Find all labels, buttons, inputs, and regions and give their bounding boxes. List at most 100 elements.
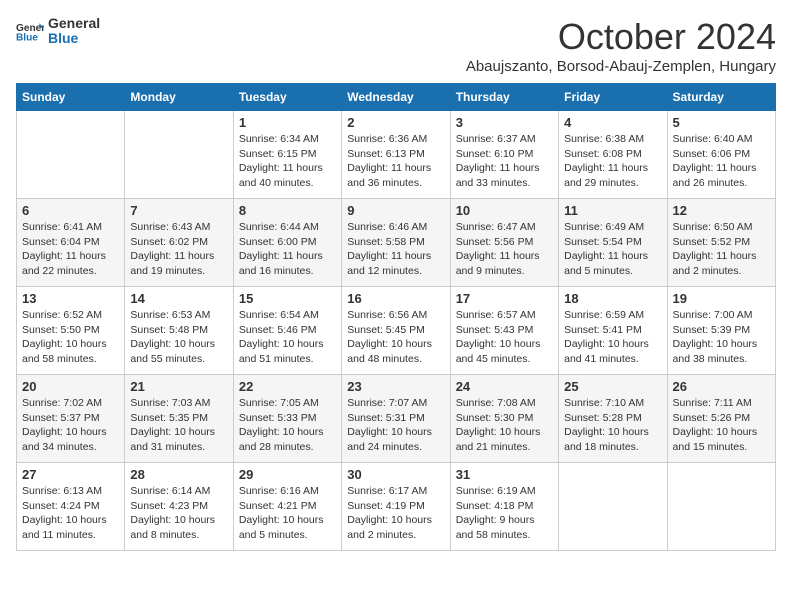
month-title: October 2024 bbox=[466, 16, 776, 58]
day-info: Sunrise: 7:02 AM Sunset: 5:37 PM Dayligh… bbox=[22, 396, 119, 455]
calendar-cell: 12 Sunrise: 6:50 AM Sunset: 5:52 PM Dayli… bbox=[667, 199, 775, 287]
day-info: Sunrise: 6:50 AM Sunset: 5:52 PM Dayligh… bbox=[673, 220, 770, 279]
calendar-cell bbox=[667, 463, 775, 551]
day-number: 3 bbox=[456, 115, 553, 130]
day-info: Sunrise: 6:41 AM Sunset: 6:04 PM Dayligh… bbox=[22, 220, 119, 279]
calendar-week-2: 6 Sunrise: 6:41 AM Sunset: 6:04 PM Daylig… bbox=[17, 199, 776, 287]
day-number: 28 bbox=[130, 467, 227, 482]
day-info: Sunrise: 7:00 AM Sunset: 5:39 PM Dayligh… bbox=[673, 308, 770, 367]
calendar-week-5: 27 Sunrise: 6:13 AM Sunset: 4:24 PM Dayli… bbox=[17, 463, 776, 551]
calendar-cell bbox=[559, 463, 667, 551]
calendar-cell: 5 Sunrise: 6:40 AM Sunset: 6:06 PM Daylig… bbox=[667, 111, 775, 199]
day-number: 26 bbox=[673, 379, 770, 394]
day-info: Sunrise: 6:57 AM Sunset: 5:43 PM Dayligh… bbox=[456, 308, 553, 367]
day-number: 23 bbox=[347, 379, 444, 394]
calendar-cell: 1 Sunrise: 6:34 AM Sunset: 6:15 PM Daylig… bbox=[233, 111, 341, 199]
svg-text:Blue: Blue bbox=[16, 33, 38, 44]
calendar-week-3: 13Sunrise: 6:52 AM Sunset: 5:50 PM Dayli… bbox=[17, 287, 776, 375]
day-info: Sunrise: 6:38 AM Sunset: 6:08 PM Dayligh… bbox=[564, 132, 661, 191]
logo-icon: General Blue bbox=[16, 17, 44, 45]
day-info: Sunrise: 6:19 AM Sunset: 4:18 PM Dayligh… bbox=[456, 484, 553, 543]
calendar-cell: 2Sunrise: 6:36 AM Sunset: 6:13 PM Daylig… bbox=[342, 111, 450, 199]
calendar-cell: 24 Sunrise: 7:08 AM Sunset: 5:30 PM Dayli… bbox=[450, 375, 558, 463]
day-info: Sunrise: 6:56 AM Sunset: 5:45 PM Dayligh… bbox=[347, 308, 444, 367]
day-info: Sunrise: 6:44 AM Sunset: 6:00 PM Dayligh… bbox=[239, 220, 336, 279]
page-header: General Blue GeneralBlue October 2024 Ab… bbox=[16, 16, 776, 75]
logo: General Blue GeneralBlue bbox=[16, 16, 100, 47]
dow-header-friday: Friday bbox=[559, 84, 667, 111]
day-info: Sunrise: 6:16 AM Sunset: 4:21 PM Dayligh… bbox=[239, 484, 336, 543]
day-number: 18 bbox=[564, 291, 661, 306]
calendar-cell: 13Sunrise: 6:52 AM Sunset: 5:50 PM Dayli… bbox=[17, 287, 125, 375]
calendar-cell: 7 Sunrise: 6:43 AM Sunset: 6:02 PM Daylig… bbox=[125, 199, 233, 287]
calendar-cell: 6 Sunrise: 6:41 AM Sunset: 6:04 PM Daylig… bbox=[17, 199, 125, 287]
logo-text: GeneralBlue bbox=[48, 16, 100, 47]
calendar-cell: 4Sunrise: 6:38 AM Sunset: 6:08 PM Daylig… bbox=[559, 111, 667, 199]
day-info: Sunrise: 6:43 AM Sunset: 6:02 PM Dayligh… bbox=[130, 220, 227, 279]
calendar-cell: 29 Sunrise: 6:16 AM Sunset: 4:21 PM Dayli… bbox=[233, 463, 341, 551]
day-number: 7 bbox=[130, 203, 227, 218]
calendar-cell: 14Sunrise: 6:53 AM Sunset: 5:48 PM Dayli… bbox=[125, 287, 233, 375]
day-number: 10 bbox=[456, 203, 553, 218]
calendar-cell: 22Sunrise: 7:05 AM Sunset: 5:33 PM Dayli… bbox=[233, 375, 341, 463]
day-number: 24 bbox=[456, 379, 553, 394]
day-number: 27 bbox=[22, 467, 119, 482]
day-info: Sunrise: 7:10 AM Sunset: 5:28 PM Dayligh… bbox=[564, 396, 661, 455]
day-number: 21 bbox=[130, 379, 227, 394]
calendar-cell: 10 Sunrise: 6:47 AM Sunset: 5:56 PM Dayli… bbox=[450, 199, 558, 287]
calendar-cell: 16 Sunrise: 6:56 AM Sunset: 5:45 PM Dayli… bbox=[342, 287, 450, 375]
day-number: 20 bbox=[22, 379, 119, 394]
calendar-cell: 23 Sunrise: 7:07 AM Sunset: 5:31 PM Dayli… bbox=[342, 375, 450, 463]
day-number: 9 bbox=[347, 203, 444, 218]
title-block: October 2024 Abaujszanto, Borsod-Abauj-Z… bbox=[466, 16, 776, 75]
day-info: Sunrise: 6:13 AM Sunset: 4:24 PM Dayligh… bbox=[22, 484, 119, 543]
day-number: 1 bbox=[239, 115, 336, 130]
day-number: 22 bbox=[239, 379, 336, 394]
day-info: Sunrise: 6:40 AM Sunset: 6:06 PM Dayligh… bbox=[673, 132, 770, 191]
day-number: 5 bbox=[673, 115, 770, 130]
day-number: 25 bbox=[564, 379, 661, 394]
day-number: 17 bbox=[456, 291, 553, 306]
day-number: 16 bbox=[347, 291, 444, 306]
dow-header-tuesday: Tuesday bbox=[233, 84, 341, 111]
day-number: 11 bbox=[564, 203, 661, 218]
calendar-cell: 3Sunrise: 6:37 AM Sunset: 6:10 PM Daylig… bbox=[450, 111, 558, 199]
day-info: Sunrise: 6:59 AM Sunset: 5:41 PM Dayligh… bbox=[564, 308, 661, 367]
calendar-cell: 8 Sunrise: 6:44 AM Sunset: 6:00 PM Daylig… bbox=[233, 199, 341, 287]
calendar-cell: 26 Sunrise: 7:11 AM Sunset: 5:26 PM Dayli… bbox=[667, 375, 775, 463]
day-number: 15 bbox=[239, 291, 336, 306]
day-info: Sunrise: 7:07 AM Sunset: 5:31 PM Dayligh… bbox=[347, 396, 444, 455]
calendar-cell: 31 Sunrise: 6:19 AM Sunset: 4:18 PM Dayli… bbox=[450, 463, 558, 551]
day-number: 29 bbox=[239, 467, 336, 482]
location-subtitle: Abaujszanto, Borsod-Abauj-Zemplen, Hunga… bbox=[466, 58, 776, 75]
day-info: Sunrise: 7:08 AM Sunset: 5:30 PM Dayligh… bbox=[456, 396, 553, 455]
day-info: Sunrise: 6:47 AM Sunset: 5:56 PM Dayligh… bbox=[456, 220, 553, 279]
calendar-cell: 11Sunrise: 6:49 AM Sunset: 5:54 PM Dayli… bbox=[559, 199, 667, 287]
day-info: Sunrise: 6:14 AM Sunset: 4:23 PM Dayligh… bbox=[130, 484, 227, 543]
calendar-cell: 25 Sunrise: 7:10 AM Sunset: 5:28 PM Dayli… bbox=[559, 375, 667, 463]
dow-header-sunday: Sunday bbox=[17, 84, 125, 111]
day-number: 31 bbox=[456, 467, 553, 482]
calendar-cell: 17 Sunrise: 6:57 AM Sunset: 5:43 PM Dayli… bbox=[450, 287, 558, 375]
day-info: Sunrise: 7:11 AM Sunset: 5:26 PM Dayligh… bbox=[673, 396, 770, 455]
dow-header-wednesday: Wednesday bbox=[342, 84, 450, 111]
logo-general: General bbox=[48, 16, 100, 31]
day-info: Sunrise: 6:34 AM Sunset: 6:15 PM Dayligh… bbox=[239, 132, 336, 191]
calendar-cell: 9 Sunrise: 6:46 AM Sunset: 5:58 PM Daylig… bbox=[342, 199, 450, 287]
calendar-cell bbox=[125, 111, 233, 199]
day-info: Sunrise: 7:03 AM Sunset: 5:35 PM Dayligh… bbox=[130, 396, 227, 455]
day-number: 12 bbox=[673, 203, 770, 218]
day-info: Sunrise: 6:36 AM Sunset: 6:13 PM Dayligh… bbox=[347, 132, 444, 191]
calendar-week-4: 20 Sunrise: 7:02 AM Sunset: 5:37 PM Dayli… bbox=[17, 375, 776, 463]
day-info: Sunrise: 6:46 AM Sunset: 5:58 PM Dayligh… bbox=[347, 220, 444, 279]
calendar-cell: 28 Sunrise: 6:14 AM Sunset: 4:23 PM Dayli… bbox=[125, 463, 233, 551]
day-number: 19 bbox=[673, 291, 770, 306]
day-number: 8 bbox=[239, 203, 336, 218]
calendar-week-1: 1 Sunrise: 6:34 AM Sunset: 6:15 PM Daylig… bbox=[17, 111, 776, 199]
calendar-cell: 20 Sunrise: 7:02 AM Sunset: 5:37 PM Dayli… bbox=[17, 375, 125, 463]
day-number: 6 bbox=[22, 203, 119, 218]
calendar-cell: 30Sunrise: 6:17 AM Sunset: 4:19 PM Dayli… bbox=[342, 463, 450, 551]
calendar-cell: 19 Sunrise: 7:00 AM Sunset: 5:39 PM Dayli… bbox=[667, 287, 775, 375]
logo-blue: Blue bbox=[48, 31, 100, 46]
day-info: Sunrise: 6:52 AM Sunset: 5:50 PM Dayligh… bbox=[22, 308, 119, 367]
